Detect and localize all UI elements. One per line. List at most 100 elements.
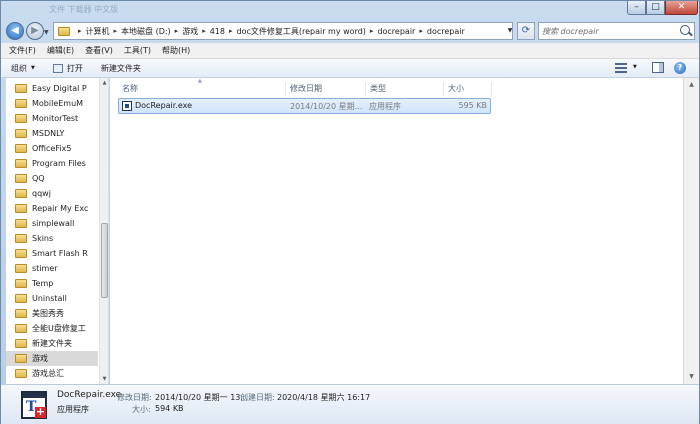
details-size-label: 大小:	[132, 405, 151, 414]
back-arrow-icon[interactable]: ◀	[6, 22, 24, 40]
maximize-button[interactable]: □	[646, 1, 665, 15]
column-header-size[interactable]: 大小	[444, 82, 492, 96]
menu-file[interactable]: 文件(F)	[9, 45, 36, 56]
minimize-button[interactable]: –	[627, 1, 646, 15]
breadcrumb-separator[interactable]: ▸	[175, 27, 179, 35]
help-icon[interactable]: ?	[674, 62, 686, 74]
nav-scroll-thumb[interactable]	[101, 223, 108, 298]
menu-tools[interactable]: 工具(T)	[124, 45, 151, 56]
file-row-docrepair[interactable]: DocRepair.exe 2014/10/20 星期... 应用程序 595 …	[118, 98, 491, 114]
nav-pane-scrollbar[interactable]: ▲ ▼	[99, 78, 108, 384]
tree-item[interactable]: Program Files	[6, 156, 98, 171]
file-name: DocRepair.exe	[135, 101, 193, 110]
change-view-icon[interactable]	[615, 63, 627, 73]
folder-icon	[15, 369, 27, 378]
breadcrumb-docrepair-current[interactable]: docrepair	[427, 27, 465, 36]
search-input[interactable]	[542, 25, 677, 37]
tree-item[interactable]: qqwj	[6, 186, 98, 201]
folder-icon	[15, 264, 27, 273]
new-folder-button[interactable]: 新建文件夹	[101, 63, 141, 74]
view-options-dropdown-icon[interactable]: ▼	[633, 64, 637, 70]
folder-icon	[15, 354, 27, 363]
scroll-up-icon[interactable]: ▲	[100, 78, 108, 88]
recent-pages-dropdown-icon[interactable]: ▼	[44, 29, 49, 36]
tree-item[interactable]: 新建文件夹	[6, 336, 98, 351]
tree-item[interactable]: Smart Flash R	[6, 246, 98, 261]
tree-item[interactable]: 美图秀秀	[6, 306, 98, 321]
address-bar[interactable]: ▸ 计算机 ▸ 本地磁盘 (D:) ▸ 游戏 ▸ 418 ▸ doc文件修复工具…	[53, 22, 513, 40]
navigation-pane: Easy Digital P MobileEmuM MonitorTest MSDNL…	[6, 78, 109, 384]
details-file-name: DocRepair.exe	[57, 390, 122, 400]
exe-file-icon	[122, 101, 132, 111]
scroll-up-icon[interactable]: ▲	[684, 78, 699, 92]
tree-item[interactable]: MonitorTest	[6, 111, 98, 126]
tree-item[interactable]: 游戏总汇	[6, 366, 98, 381]
breadcrumb-docrepair-parent[interactable]: docrepair	[377, 27, 415, 36]
breadcrumb-separator[interactable]: ▸	[370, 27, 374, 35]
tree-item[interactable]: MSDNLY	[6, 126, 98, 141]
tree-item[interactable]: simplewall	[6, 216, 98, 231]
tree-item[interactable]: MobileEmuM	[6, 96, 98, 111]
refresh-icon[interactable]: ⟳	[517, 22, 535, 40]
tree-item-label: OfficeFix5	[32, 144, 72, 153]
menu-help[interactable]: 帮助(H)	[162, 45, 190, 56]
exe-file-large-icon: T +	[21, 391, 47, 419]
tree-item[interactable]: Repair My Exc	[6, 201, 98, 216]
tree-item-label: Skins	[32, 234, 54, 243]
forward-arrow-icon[interactable]: ▶	[26, 22, 44, 40]
column-header-name[interactable]: 名称	[118, 82, 286, 96]
open-button[interactable]: 打开	[52, 63, 83, 74]
new-folder-label: 新建文件夹	[100, 63, 141, 73]
details-created-value: 2020/4/18 星期六 16:17	[277, 393, 371, 402]
menu-view[interactable]: 查看(V)	[85, 45, 113, 56]
tree-item[interactable]: Uninstall	[6, 291, 98, 306]
folder-icon	[15, 309, 27, 318]
tree-item[interactable]: 全能U盘修复工	[6, 321, 98, 336]
breadcrumb-separator[interactable]: ▸	[114, 27, 118, 35]
file-modified-date: 2014/10/20 星期...	[290, 102, 363, 111]
close-button[interactable]: ✕	[665, 1, 698, 15]
tree-item[interactable]: QQ	[6, 171, 98, 186]
column-header-modified[interactable]: 修改日期	[286, 82, 366, 96]
preview-pane-icon[interactable]	[652, 62, 664, 73]
breadcrumb-separator[interactable]: ▸	[78, 27, 82, 35]
tree-item[interactable]: stimer	[6, 261, 98, 276]
folder-icon	[15, 294, 27, 303]
tree-item[interactable]: Temp	[6, 276, 98, 291]
tree-item-label: 美图秀秀	[32, 309, 64, 318]
search-icon[interactable]	[680, 25, 690, 35]
folder-icon	[15, 84, 27, 93]
tree-item-label: QQ	[32, 174, 45, 183]
breadcrumb-games[interactable]: 游戏	[182, 26, 198, 37]
tree-item-label: Smart Flash R	[32, 249, 88, 258]
address-dropdown-icon[interactable]: ▼	[504, 22, 516, 40]
breadcrumb-separator[interactable]: ▸	[202, 27, 206, 35]
title-bar[interactable]: 文件 下载器 中文版 – □ ✕	[1, 1, 699, 19]
breadcrumb-doc-tool[interactable]: doc文件修复工具(repair my word)	[237, 26, 366, 37]
breadcrumb-drive-d[interactable]: 本地磁盘 (D:)	[121, 26, 171, 37]
breadcrumb-separator[interactable]: ▸	[229, 27, 233, 35]
window-title: 文件 下载器 中文版	[49, 5, 119, 14]
folder-icon	[15, 204, 27, 213]
scroll-down-icon[interactable]: ▼	[684, 370, 699, 384]
breadcrumb-418[interactable]: 418	[210, 27, 225, 36]
tree-item-label: MSDNLY	[32, 129, 65, 138]
breadcrumb-separator[interactable]: ▸	[419, 27, 423, 35]
column-header-type[interactable]: 类型	[366, 82, 444, 96]
search-box[interactable]	[538, 22, 695, 40]
menu-edit[interactable]: 编辑(E)	[47, 45, 74, 56]
file-type: 应用程序	[369, 102, 401, 111]
folder-icon	[15, 99, 27, 108]
organize-button[interactable]: 组织 ▼	[11, 63, 35, 74]
folder-icon	[15, 219, 27, 228]
tree-item[interactable]: 游戏	[6, 351, 98, 366]
tree-item-label: Repair My Exc	[32, 204, 89, 213]
tree-item-label: Uninstall	[32, 294, 67, 303]
tree-item[interactable]: Skins	[6, 231, 98, 246]
tree-item[interactable]: OfficeFix5	[6, 141, 98, 156]
tree-item-label: 全能U盘修复工	[32, 324, 86, 333]
file-list-scrollbar[interactable]: ▲ ▼	[683, 78, 699, 384]
scroll-down-icon[interactable]: ▼	[100, 374, 108, 384]
breadcrumb-computer[interactable]: 计算机	[86, 26, 110, 37]
tree-item[interactable]: Easy Digital P	[6, 81, 98, 96]
